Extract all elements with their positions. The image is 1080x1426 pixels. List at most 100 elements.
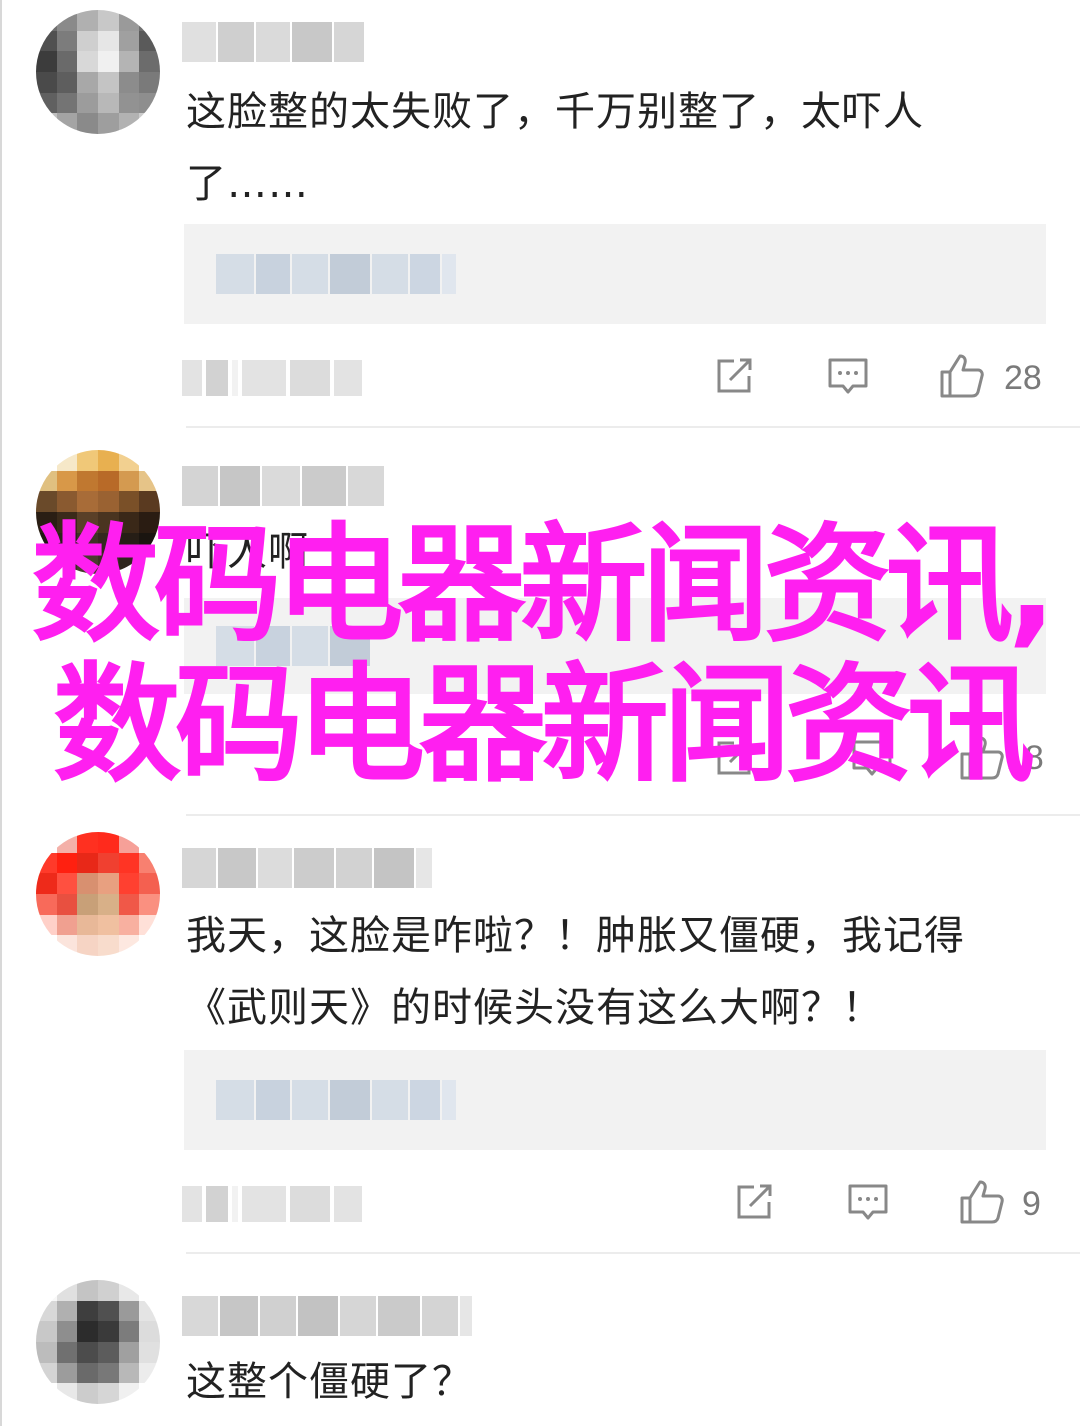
avatar-pixel bbox=[97, 893, 119, 915]
user-avatar[interactable] bbox=[36, 10, 160, 134]
avatar-pixel bbox=[97, 450, 119, 471]
avatar-pixel bbox=[36, 1383, 57, 1404]
avatar-pixel bbox=[118, 30, 140, 52]
avatar-pixel bbox=[56, 1383, 78, 1404]
reply-preview-blurred bbox=[216, 254, 456, 294]
avatar-pixel bbox=[118, 491, 140, 512]
username-blurred[interactable] bbox=[182, 1296, 472, 1336]
reply-preview-box[interactable] bbox=[184, 224, 1046, 324]
share-icon[interactable] bbox=[712, 354, 756, 398]
username-blurred[interactable] bbox=[182, 466, 384, 506]
avatar-pixel bbox=[56, 935, 78, 956]
avatar-pixel bbox=[56, 893, 78, 915]
avatar-pixel bbox=[118, 470, 140, 492]
avatar-pixel bbox=[36, 491, 57, 512]
avatar-pixel bbox=[139, 1321, 160, 1342]
avatar-pixel bbox=[36, 914, 57, 936]
avatar-pixel bbox=[56, 113, 78, 134]
username-blurred[interactable] bbox=[182, 848, 432, 888]
avatar-pixel bbox=[118, 852, 140, 874]
avatar-pixel bbox=[97, 113, 119, 134]
avatar-pixel bbox=[139, 450, 160, 471]
avatar-pixel bbox=[139, 1362, 160, 1384]
avatar-pixel bbox=[97, 30, 119, 52]
avatar-pixel bbox=[97, 1300, 119, 1322]
avatar-pixel bbox=[77, 30, 98, 52]
avatar-pixel bbox=[139, 10, 160, 31]
avatar-pixel bbox=[118, 935, 140, 956]
comment-icon[interactable] bbox=[826, 354, 870, 398]
avatar-pixel bbox=[139, 491, 160, 512]
avatar-pixel bbox=[77, 914, 98, 936]
avatar-pixel bbox=[36, 1300, 57, 1322]
avatar-pixel bbox=[118, 893, 140, 915]
avatar-pixel bbox=[97, 491, 119, 512]
avatar-pixel bbox=[77, 1362, 98, 1384]
avatar-pixel bbox=[139, 470, 160, 492]
avatar-pixel bbox=[97, 832, 119, 853]
comment-item-1: 这脸整的太失败了，千万别整了，太吓人 了…… 28 bbox=[0, 0, 1080, 428]
avatar-pixel bbox=[97, 1383, 119, 1404]
avatar-pixel bbox=[139, 873, 160, 894]
avatar-pixel bbox=[56, 470, 78, 492]
avatar-pixel bbox=[77, 450, 98, 471]
avatar-pixel bbox=[118, 113, 140, 134]
avatar-pixel bbox=[139, 1341, 160, 1363]
avatar-pixel bbox=[139, 30, 160, 52]
avatar-pixel bbox=[77, 10, 98, 31]
avatar-pixel bbox=[118, 1341, 140, 1363]
avatar-pixel bbox=[56, 914, 78, 936]
avatar-pixel bbox=[77, 1280, 98, 1301]
reply-preview-blurred bbox=[216, 1080, 456, 1120]
avatar-pixel bbox=[36, 92, 57, 114]
avatar-pixel bbox=[139, 71, 160, 93]
user-avatar[interactable] bbox=[36, 1280, 160, 1404]
avatar-pixel bbox=[36, 470, 57, 492]
avatar-pixel bbox=[118, 1280, 140, 1301]
avatar-pixel bbox=[118, 51, 140, 72]
avatar-pixel bbox=[118, 832, 140, 853]
avatar-pixel bbox=[97, 935, 119, 956]
avatar-pixel bbox=[36, 10, 57, 31]
comment-text-line: 我天，这脸是咋啦？！肿胀又僵硬，我记得 bbox=[186, 913, 965, 959]
avatar-pixel bbox=[77, 1321, 98, 1342]
thumbs-up-icon[interactable] bbox=[938, 352, 986, 400]
comment-divider bbox=[186, 814, 1080, 816]
avatar-pixel bbox=[97, 92, 119, 114]
avatar-pixel bbox=[118, 71, 140, 93]
avatar-pixel bbox=[77, 470, 98, 492]
comment-item-4: 这整个僵硬了？ bbox=[0, 1254, 1080, 1426]
avatar-pixel bbox=[139, 914, 160, 936]
reply-preview-box[interactable] bbox=[184, 1050, 1046, 1150]
avatar-pixel bbox=[118, 1383, 140, 1404]
comment-icon[interactable] bbox=[846, 1180, 890, 1224]
avatar-pixel bbox=[118, 10, 140, 31]
avatar-pixel bbox=[97, 10, 119, 31]
share-icon[interactable] bbox=[732, 1180, 776, 1224]
avatar-pixel bbox=[139, 51, 160, 72]
avatar-pixel bbox=[36, 113, 57, 134]
avatar-pixel bbox=[77, 935, 98, 956]
avatar-pixel bbox=[56, 92, 78, 114]
avatar-pixel bbox=[56, 51, 78, 72]
avatar-pixel bbox=[56, 30, 78, 52]
avatar-pixel bbox=[56, 1362, 78, 1384]
avatar-pixel bbox=[118, 1300, 140, 1322]
username-blurred[interactable] bbox=[182, 22, 364, 62]
avatar-pixel bbox=[36, 832, 57, 853]
avatar-pixel bbox=[56, 852, 78, 874]
thumbs-up-icon[interactable] bbox=[958, 1178, 1006, 1226]
comment-text-line: 了…… bbox=[186, 161, 309, 207]
avatar-pixel bbox=[118, 1321, 140, 1342]
timestamp-blurred bbox=[182, 360, 362, 396]
watermark-overlay: 数码电器新闻资讯,数码电器新闻资讯 bbox=[31, 511, 1057, 800]
avatar-pixel bbox=[97, 470, 119, 492]
avatar-pixel bbox=[97, 1321, 119, 1342]
avatar-mosaic bbox=[36, 1280, 160, 1404]
avatar-pixel bbox=[56, 71, 78, 93]
avatar-pixel bbox=[77, 1383, 98, 1404]
avatar-pixel bbox=[56, 10, 78, 31]
avatar-pixel bbox=[36, 1341, 57, 1363]
avatar-pixel bbox=[56, 1280, 78, 1301]
user-avatar[interactable] bbox=[36, 832, 160, 956]
